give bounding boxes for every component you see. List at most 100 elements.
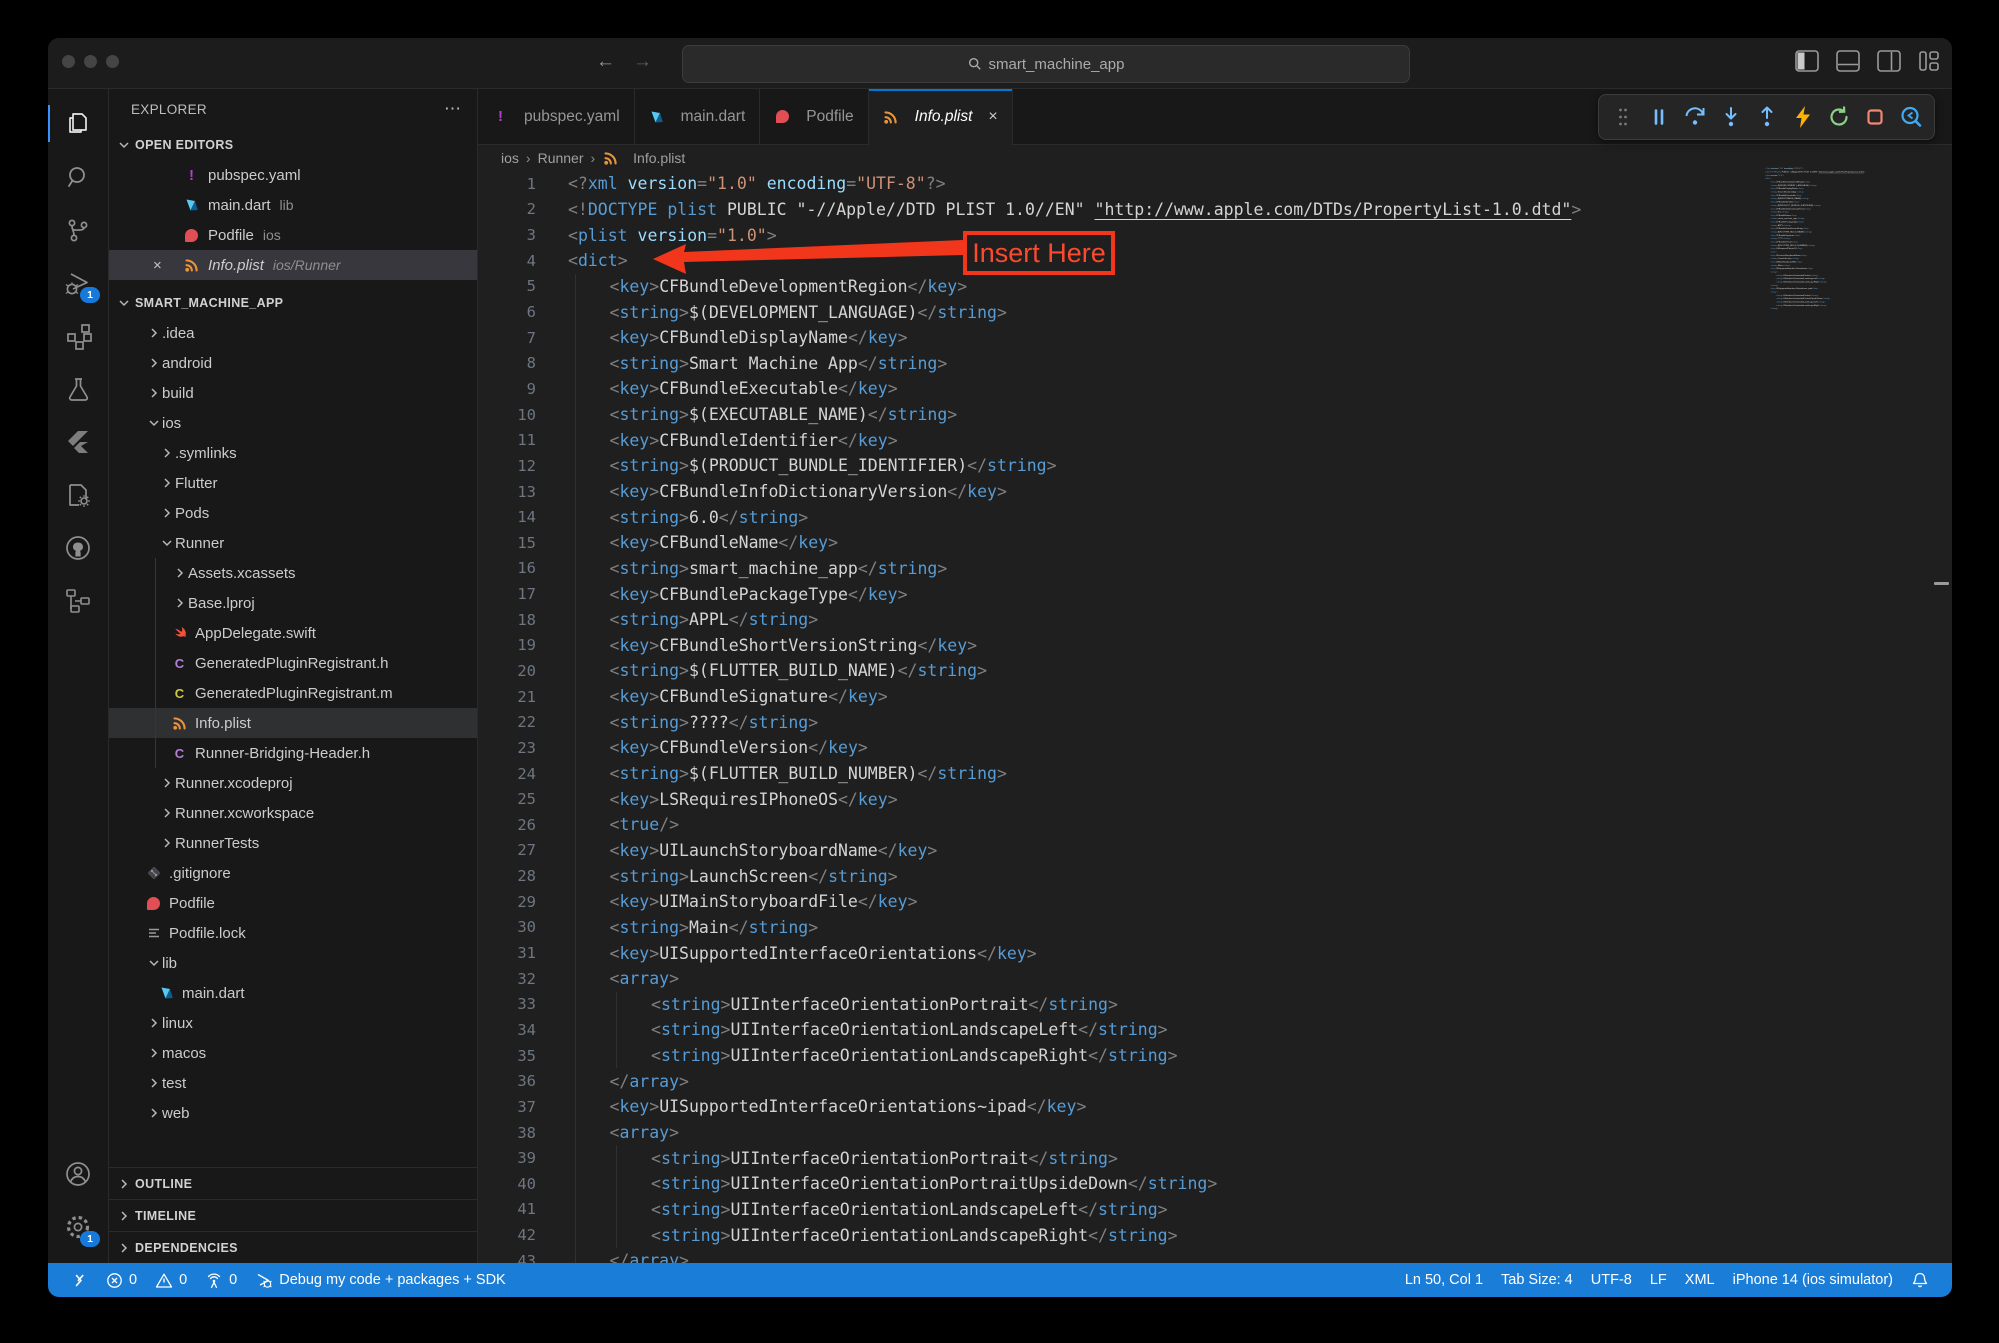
code-line[interactable]: 16<string>smart_machine_app</string> [478, 556, 1952, 582]
code-line[interactable]: 38<array> [478, 1120, 1952, 1146]
tab-Info.plist[interactable]: Info.plist× [869, 89, 1013, 145]
status-remote[interactable] [62, 1263, 97, 1297]
code-line[interactable]: 41<string>UIInterfaceOrientationLandscap… [478, 1197, 1952, 1223]
open-editor-pubspec.yaml[interactable]: !pubspec.yaml [109, 160, 477, 190]
code-line[interactable]: 19<key>CFBundleShortVersionString</key> [478, 633, 1952, 659]
section-outline[interactable]: OUTLINE [109, 1167, 477, 1199]
code-line[interactable]: 11<key>CFBundleIdentifier</key> [478, 427, 1952, 453]
customize-layout-icon[interactable] [1918, 50, 1940, 72]
tree-item-Base.lproj[interactable]: Base.lproj [109, 588, 477, 618]
code-line[interactable]: 27<key>UILaunchStoryboardName</key> [478, 838, 1952, 864]
code-line[interactable]: 2<!DOCTYPE plist PUBLIC "-//Apple//DTD P… [478, 197, 1952, 223]
code-line[interactable]: 14<string>6.0</string> [478, 504, 1952, 530]
activity-flutter-icon[interactable] [48, 415, 108, 468]
back-arrow-icon[interactable]: ← [596, 51, 615, 73]
code-line[interactable]: 1<?xml version="1.0" encoding="UTF-8"?> [478, 171, 1952, 197]
tree-item-Runner-Bridging-Header.h[interactable]: CRunner-Bridging-Header.h [109, 738, 477, 768]
more-actions-icon[interactable]: ⋯ [444, 99, 463, 119]
status-errors[interactable]: 0 [97, 1263, 146, 1297]
code-line[interactable]: 37<key>UISupportedInterfaceOrientations~… [478, 1094, 1952, 1120]
status-iPhone 14 (ios simulator)[interactable]: iPhone 14 (ios simulator) [1724, 1272, 1902, 1288]
tree-item-Runner[interactable]: Runner [109, 528, 477, 558]
hot-reload-icon[interactable] [1787, 100, 1818, 134]
code-line[interactable]: 30<string>Main</string> [478, 915, 1952, 941]
code-line[interactable]: 23<key>CFBundleVersion</key> [478, 735, 1952, 761]
code-line[interactable]: 9<key>CFBundleExecutable</key> [478, 376, 1952, 402]
code-line[interactable]: 26<true/> [478, 812, 1952, 838]
tab-Podfile[interactable]: Podfile [760, 89, 868, 144]
tree-item-Assets.xcassets[interactable]: Assets.xcassets [109, 558, 477, 588]
activity-account-icon[interactable] [48, 1147, 108, 1200]
code-line[interactable]: 7<key>CFBundleDisplayName</key> [478, 325, 1952, 351]
status-Ln 50, Col 1[interactable]: Ln 50, Col 1 [1396, 1272, 1492, 1288]
tree-item-.gitignore[interactable]: .gitignore [109, 858, 477, 888]
status-bell[interactable] [1902, 1271, 1938, 1289]
tree-item-lib[interactable]: lib [109, 948, 477, 978]
code-line[interactable]: 15<key>CFBundleName</key> [478, 530, 1952, 556]
zoom-window-icon[interactable] [106, 55, 119, 68]
tree-item-web[interactable]: web [109, 1098, 477, 1128]
code-line[interactable]: 36</array> [478, 1068, 1952, 1094]
tab-pubspec.yaml[interactable]: !pubspec.yaml [478, 89, 635, 144]
activity-settings-icon[interactable]: 1 [48, 1200, 108, 1253]
tree-item-build[interactable]: build [109, 378, 477, 408]
section-dependencies[interactable]: DEPENDENCIES [109, 1231, 477, 1263]
minimap[interactable]: 1<?xml version="1.0" encoding="UTF-8"?>2… [1765, 167, 1925, 447]
step-over-icon[interactable] [1679, 100, 1710, 134]
tree-item-Runner.xcworkspace[interactable]: Runner.xcworkspace [109, 798, 477, 828]
tree-item-test[interactable]: test [109, 1068, 477, 1098]
code-line[interactable]: 43</array> [478, 1248, 1952, 1263]
activity-search-icon[interactable] [48, 150, 108, 203]
tree-item-Info.plist[interactable]: Info.plist [109, 708, 477, 738]
toggle-sidebar-icon[interactable] [1795, 50, 1819, 72]
command-center-search[interactable]: smart_machine_app [682, 45, 1410, 83]
tree-item-GeneratedPluginRegistrant.m[interactable]: CGeneratedPluginRegistrant.m [109, 678, 477, 708]
activity-run-debug-icon[interactable]: 1 [48, 256, 108, 309]
code-line[interactable]: 17<key>CFBundlePackageType</key> [478, 581, 1952, 607]
tree-item-AppDelegate.swift[interactable]: AppDelegate.swift [109, 618, 477, 648]
step-into-icon[interactable] [1715, 100, 1746, 134]
tree-item-.idea[interactable]: .idea [109, 318, 477, 348]
status-XML[interactable]: XML [1676, 1272, 1724, 1288]
tree-item-.symlinks[interactable]: .symlinks [109, 438, 477, 468]
code-line[interactable]: 29<key>UIMainStoryboardFile</key> [478, 889, 1952, 915]
tree-item-android[interactable]: android [109, 348, 477, 378]
restart-icon[interactable] [1823, 100, 1854, 134]
tree-item-Flutter[interactable]: Flutter [109, 468, 477, 498]
tree-item-main.dart[interactable]: main.dart [109, 978, 477, 1008]
code-line[interactable]: 20<string>$(FLUTTER_BUILD_NAME)</string> [478, 658, 1952, 684]
breadcrumb-item[interactable]: ios [501, 150, 519, 166]
open-editor-main.dart[interactable]: main.dartlib [109, 190, 477, 220]
code-line[interactable]: 24<string>$(FLUTTER_BUILD_NUMBER)</strin… [478, 761, 1952, 787]
code-line[interactable]: 21<key>CFBundleSignature</key> [478, 684, 1952, 710]
code-line[interactable]: 31<key>UISupportedInterfaceOrientations<… [478, 940, 1952, 966]
tab-main.dart[interactable]: main.dart [635, 89, 761, 144]
code-line[interactable]: 39<string>UIInterfaceOrientationPortrait… [478, 1145, 1952, 1171]
breadcrumb-item[interactable]: Runner [538, 150, 584, 166]
stop-icon[interactable] [1859, 100, 1890, 134]
close-icon[interactable]: × [153, 257, 162, 274]
activity-github-icon[interactable] [48, 521, 108, 574]
open-editor-Podfile[interactable]: Podfileios [109, 220, 477, 250]
tree-item-Runner.xcodeproj[interactable]: Runner.xcodeproj [109, 768, 477, 798]
toggle-secondary-sidebar-icon[interactable] [1877, 50, 1901, 72]
code-line[interactable]: 25<key>LSRequiresIPhoneOS</key> [478, 786, 1952, 812]
tree-item-Pods[interactable]: Pods [109, 498, 477, 528]
code-line[interactable]: 3<plist version="1.0"> [478, 222, 1952, 248]
status-warnings[interactable]: 0 [146, 1263, 196, 1297]
tree-item-macos[interactable]: macos [109, 1038, 477, 1068]
activity-app-tools-icon[interactable] [48, 468, 108, 521]
code-line[interactable]: 10<string>$(EXECUTABLE_NAME)</string> [478, 402, 1952, 428]
code-line[interactable]: 6<string>$(DEVELOPMENT_LANGUAGE)</string… [478, 299, 1952, 325]
code-line[interactable]: 4<dict> [478, 248, 1952, 274]
step-out-icon[interactable] [1751, 100, 1782, 134]
code-line[interactable]: 40<string>UIInterfaceOrientationPortrait… [478, 1171, 1952, 1197]
activity-testing-icon[interactable] [48, 362, 108, 415]
section-timeline[interactable]: TIMELINE [109, 1199, 477, 1231]
open-editor-Info.plist[interactable]: ×Info.plistios/Runner [109, 250, 477, 280]
status-UTF-8[interactable]: UTF-8 [1582, 1272, 1641, 1288]
activity-explorer-icon[interactable] [48, 97, 108, 150]
code-line[interactable]: 8<string>Smart Machine App</string> [478, 350, 1952, 376]
code-line[interactable]: 32<array> [478, 966, 1952, 992]
code-line[interactable]: 13<key>CFBundleInfoDictionaryVersion</ke… [478, 479, 1952, 505]
